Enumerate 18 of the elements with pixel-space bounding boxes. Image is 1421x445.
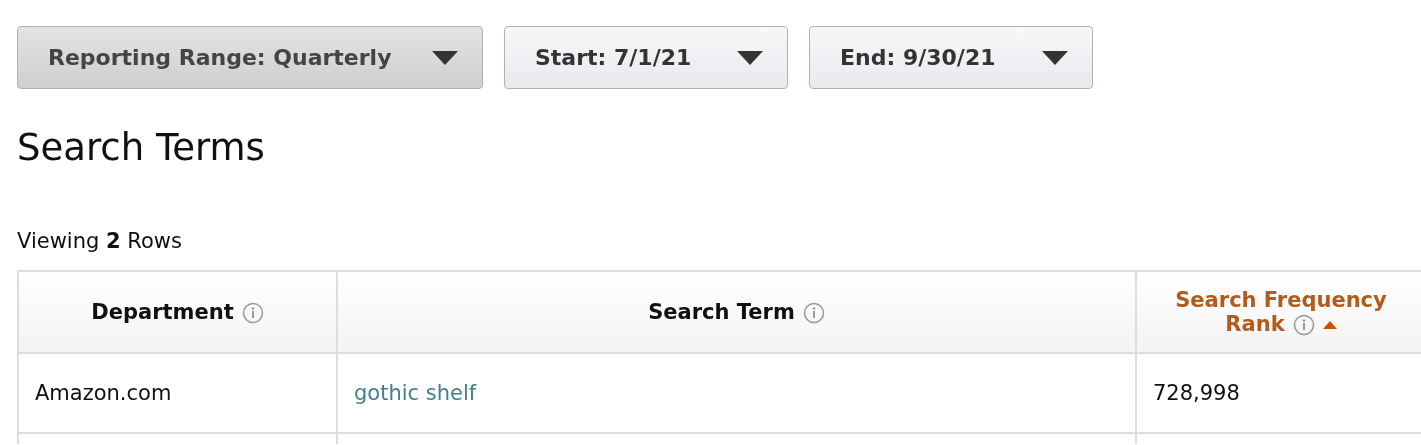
table-cell: Amazon.com bbox=[35, 381, 172, 405]
column-header[interactable]: Search Frequency Rank bbox=[1136, 271, 1421, 353]
sort-ascending-icon bbox=[1322, 321, 1337, 329]
info-icon bbox=[802, 302, 825, 324]
page-title: Search Terms bbox=[17, 125, 265, 171]
search-term-link[interactable]: gothic shelf bbox=[354, 381, 477, 405]
table-cell: 728,998 bbox=[1153, 381, 1240, 405]
caret-icon bbox=[1042, 50, 1068, 65]
dropdown-button[interactable]: Start: 7/1/21 bbox=[504, 26, 788, 89]
caret-icon bbox=[432, 50, 458, 65]
row-count: Viewing 2 Rows bbox=[17, 229, 182, 253]
info-icon bbox=[241, 302, 264, 324]
column-header[interactable]: Department bbox=[18, 271, 337, 353]
dropdown-button[interactable]: Reporting Range: Quarterly bbox=[17, 26, 483, 89]
column-header[interactable]: Search Term bbox=[337, 271, 1136, 353]
info-icon bbox=[1292, 314, 1315, 336]
caret-icon bbox=[737, 50, 763, 65]
dropdown-button[interactable]: End: 9/30/21 bbox=[809, 26, 1093, 89]
